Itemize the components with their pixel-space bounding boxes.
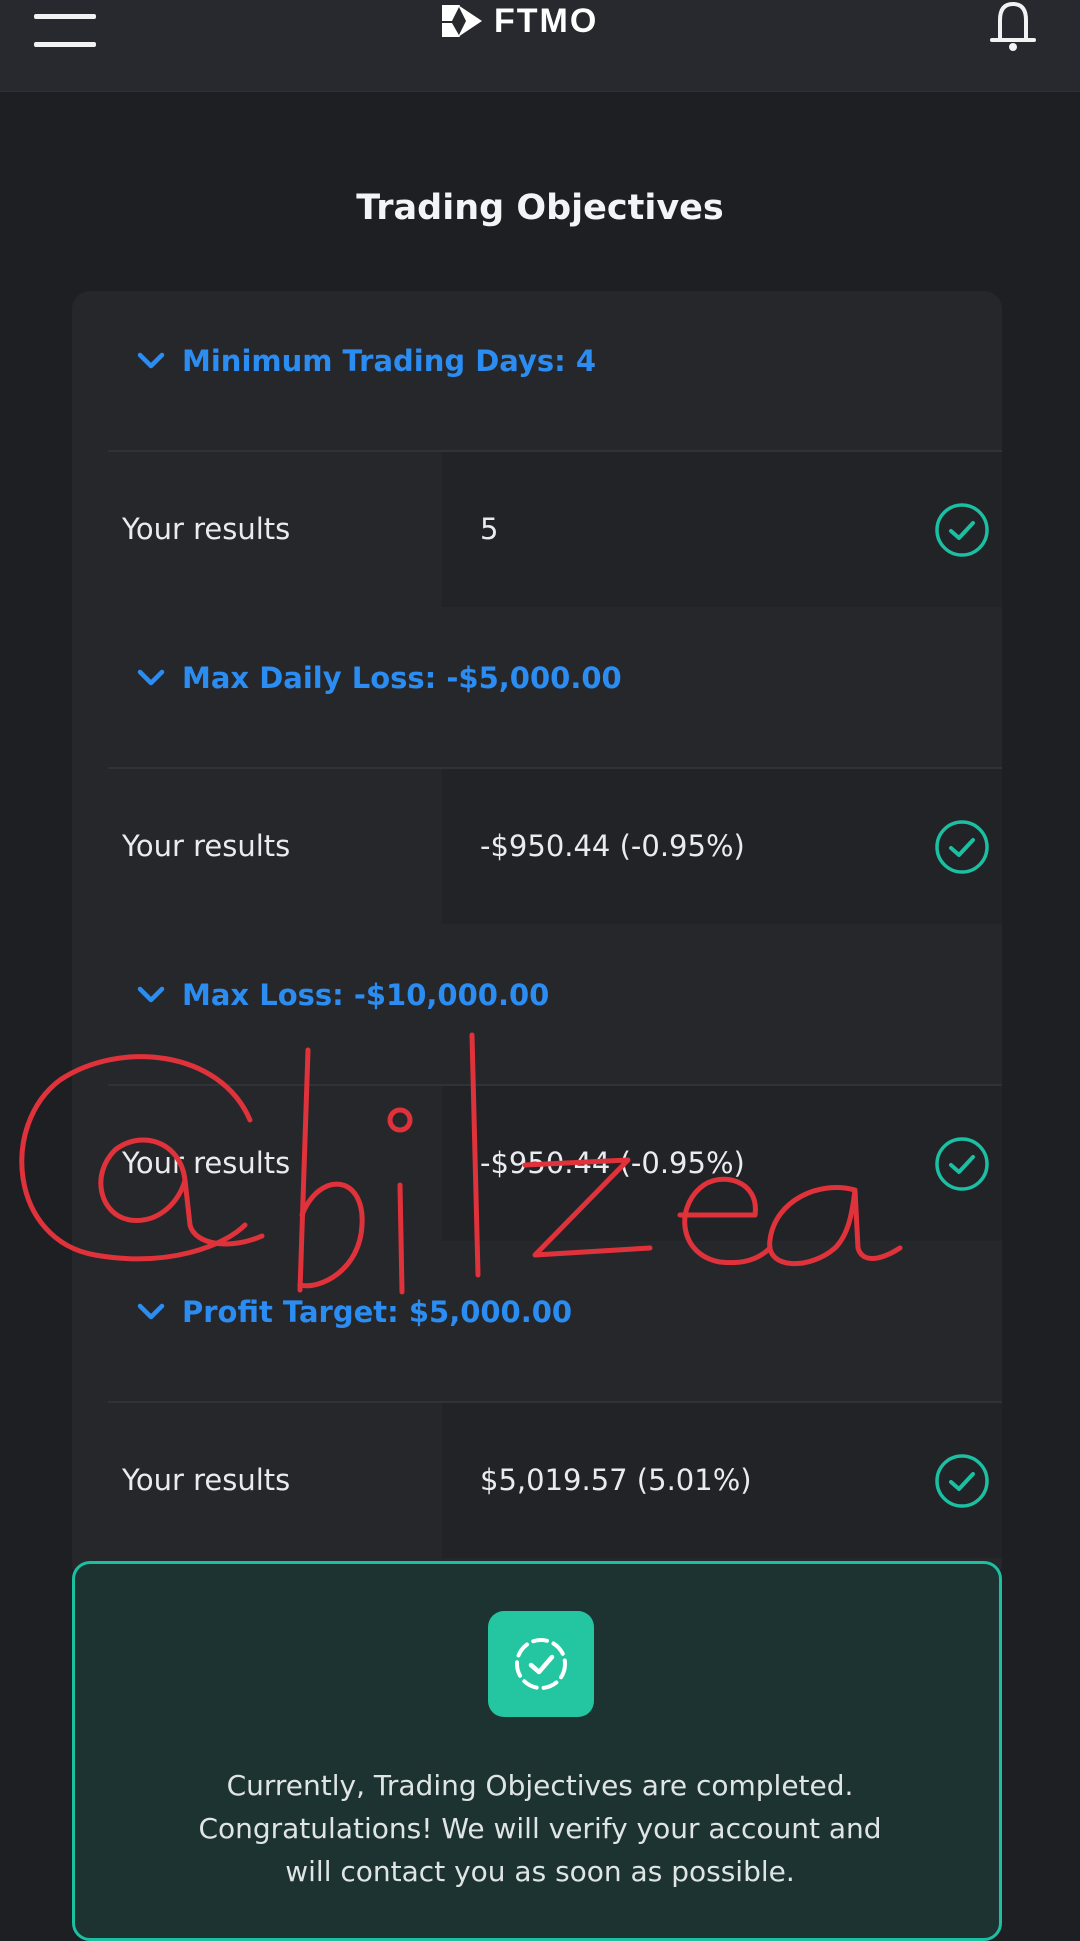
result-value: -$950.44 (-0.95%) bbox=[480, 1146, 745, 1180]
chevron-down-icon bbox=[137, 986, 165, 1003]
result-value: 5 bbox=[480, 512, 499, 546]
result-row: Your results 5 bbox=[108, 450, 1002, 607]
brand-name: FTMO bbox=[494, 2, 599, 40]
result-row: Your results -$950.44 (-0.95%) bbox=[108, 767, 1002, 924]
hamburger-menu-icon[interactable] bbox=[34, 10, 96, 52]
results-label: Your results bbox=[122, 512, 291, 546]
completed-check-badge-icon bbox=[488, 1611, 594, 1717]
result-row: Your results $5,019.57 (5.01%) bbox=[108, 1401, 1002, 1558]
completion-message-line: Congratulations! We will verify your acc… bbox=[198, 1812, 882, 1845]
results-label: Your results bbox=[122, 829, 291, 863]
results-label: Your results bbox=[122, 1463, 291, 1497]
chevron-down-icon bbox=[137, 1303, 165, 1320]
check-circle-icon bbox=[935, 1454, 989, 1508]
objective-header-max-loss[interactable]: Max Loss: -$10,000.00 bbox=[72, 925, 1002, 1065]
result-value: $5,019.57 (5.01%) bbox=[480, 1463, 752, 1497]
page-title: Trading Objectives bbox=[356, 188, 724, 228]
results-label: Your results bbox=[122, 1146, 291, 1180]
check-circle-icon bbox=[935, 820, 989, 874]
result-value-cell: -$950.44 (-0.95%) bbox=[442, 1086, 1002, 1241]
chevron-down-icon bbox=[137, 352, 165, 369]
chevron-down-icon bbox=[137, 669, 165, 686]
objective-title: Minimum Trading Days: 4 bbox=[182, 344, 597, 378]
completion-message-line: Currently, Trading Objectives are comple… bbox=[226, 1769, 854, 1802]
brand-logo[interactable]: FTMO bbox=[438, 0, 598, 42]
result-row: Your results -$950.44 (-0.95%) bbox=[108, 1084, 1002, 1241]
objective-header-min-trading-days[interactable]: Minimum Trading Days: 4 bbox=[72, 291, 1002, 431]
objectives-completed-card: Currently, Trading Objectives are comple… bbox=[72, 1561, 1002, 1941]
objective-header-profit-target[interactable]: Profit Target: $5,000.00 bbox=[72, 1242, 1002, 1382]
objective-title: Max Loss: -$10,000.00 bbox=[182, 978, 550, 1012]
top-app-bar: FTMO bbox=[0, 0, 1080, 92]
objective-header-max-daily-loss[interactable]: Max Daily Loss: -$5,000.00 bbox=[72, 608, 1002, 748]
completion-message-line: will contact you as soon as possible. bbox=[285, 1855, 795, 1888]
check-circle-icon bbox=[935, 503, 989, 557]
result-value-cell: -$950.44 (-0.95%) bbox=[442, 769, 1002, 924]
result-value-cell: 5 bbox=[442, 452, 1002, 607]
objective-title: Profit Target: $5,000.00 bbox=[182, 1295, 573, 1329]
objectives-card: Minimum Trading Days: 4 Your results 5 M… bbox=[72, 291, 1002, 1581]
result-value-cell: $5,019.57 (5.01%) bbox=[442, 1403, 1002, 1558]
result-value: -$950.44 (-0.95%) bbox=[480, 829, 745, 863]
check-circle-icon bbox=[935, 1137, 989, 1191]
completion-message: Currently, Trading Objectives are comple… bbox=[99, 1764, 981, 1893]
ftmo-logo-mark-icon bbox=[442, 5, 482, 37]
objective-title: Max Daily Loss: -$5,000.00 bbox=[182, 661, 622, 695]
bell-icon[interactable] bbox=[984, 0, 1042, 52]
